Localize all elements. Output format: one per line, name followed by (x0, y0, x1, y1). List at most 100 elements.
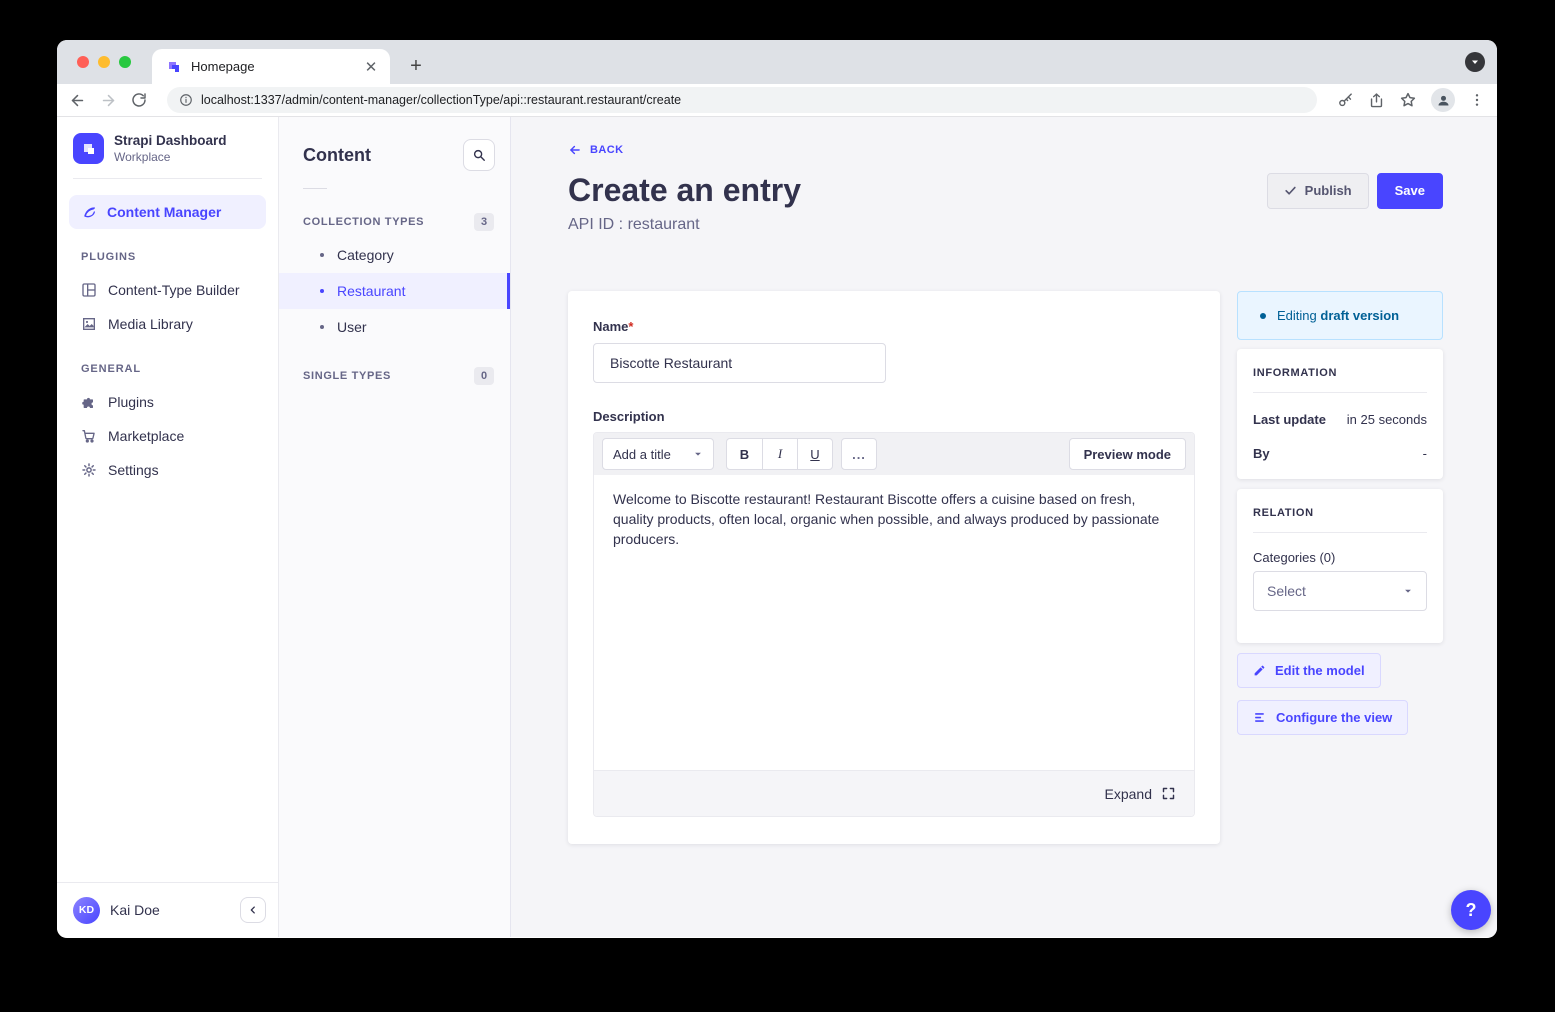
close-window-button[interactable] (77, 56, 89, 68)
more-formatting-button[interactable]: ... (841, 438, 877, 470)
pen-icon (81, 204, 97, 220)
browser-tab[interactable]: Homepage ✕ (152, 49, 390, 84)
chevron-left-icon (248, 905, 258, 915)
main-sidebar: Strapi Dashboard Workplace Content Manag… (57, 117, 279, 937)
relation-card: RELATION Categories (0) Select (1237, 489, 1443, 643)
single-types-label: SINGLE TYPES (303, 370, 391, 382)
bookmark-star-icon[interactable] (1399, 91, 1417, 109)
status-dot-icon (1260, 313, 1266, 319)
description-textarea[interactable]: Welcome to Biscotte restaurant! Restaura… (594, 475, 1194, 770)
browser-window: Homepage ✕ + localhost:1337/admin/conten… (57, 40, 1497, 938)
back-link[interactable]: BACK (568, 143, 624, 157)
sidebar-item-plugins[interactable]: Plugins (57, 385, 278, 419)
expand-label[interactable]: Expand (1105, 786, 1152, 802)
check-icon (1284, 184, 1297, 197)
by-label: By (1253, 446, 1270, 461)
image-icon (81, 316, 97, 332)
underline-button[interactable]: U (797, 439, 832, 469)
layout-grid-icon (81, 282, 97, 298)
api-id-subtitle: API ID : restaurant (568, 216, 1443, 234)
sidebar-item-label: Plugins (108, 394, 154, 410)
subnav-title: Content (303, 145, 371, 166)
arrow-left-icon (568, 143, 582, 157)
key-icon[interactable] (1337, 92, 1354, 109)
italic-button[interactable]: I (762, 439, 797, 469)
window-controls[interactable] (77, 56, 131, 68)
sidebar-item-settings[interactable]: Settings (57, 453, 278, 487)
information-title: INFORMATION (1253, 367, 1427, 379)
sidebar-item-media-library[interactable]: Media Library (57, 307, 278, 341)
entry-aside: Editing draft version INFORMATION Last u… (1237, 291, 1443, 735)
minimize-window-button[interactable] (98, 56, 110, 68)
single-types-count-badge: 0 (474, 367, 494, 385)
profile-avatar-icon[interactable] (1431, 88, 1455, 112)
bullet-icon (320, 289, 324, 293)
browser-menu-icon[interactable] (1469, 92, 1485, 108)
user-row: KD Kai Doe (57, 882, 278, 937)
last-update-label: Last update (1253, 412, 1326, 427)
subnav-item-label: Category (337, 247, 394, 263)
subnav-item-category[interactable]: Category (279, 237, 510, 273)
help-button[interactable]: ? (1451, 890, 1491, 930)
categories-label: Categories (0) (1253, 550, 1427, 565)
url-bar[interactable]: localhost:1337/admin/content-manager/col… (167, 87, 1317, 113)
subnav-item-label: User (337, 319, 367, 335)
bold-button[interactable]: B (727, 439, 762, 469)
bullet-icon (320, 253, 324, 257)
sidebar-item-marketplace[interactable]: Marketplace (57, 419, 278, 453)
reload-icon[interactable] (131, 92, 147, 108)
user-avatar[interactable]: KD (73, 897, 100, 924)
sidebar-item-label: Settings (108, 462, 159, 478)
subnav-item-restaurant[interactable]: Restaurant (279, 273, 510, 309)
share-icon[interactable] (1368, 92, 1385, 109)
edit-model-button[interactable]: Edit the model (1237, 653, 1381, 688)
by-value: - (1423, 446, 1427, 461)
url-text: localhost:1337/admin/content-manager/col… (201, 93, 681, 107)
brand: Strapi Dashboard Workplace (57, 117, 278, 164)
name-input[interactable] (593, 343, 886, 383)
entry-form-card: Name* Description Add a title B I (568, 291, 1220, 844)
site-info-icon[interactable] (179, 93, 193, 107)
new-tab-button[interactable]: + (403, 53, 429, 79)
last-update-value: in 25 seconds (1347, 412, 1427, 427)
tabstrip-chevron-icon[interactable] (1465, 52, 1485, 72)
divider (303, 188, 327, 189)
preview-mode-button[interactable]: Preview mode (1069, 438, 1186, 470)
sidebar-item-content-type-builder[interactable]: Content-Type Builder (57, 273, 278, 307)
expand-icon[interactable] (1161, 786, 1176, 801)
main-content: BACK Create an entry Publish Save API ID… (511, 117, 1497, 937)
categories-select[interactable]: Select (1253, 571, 1427, 611)
user-name: Kai Doe (110, 902, 230, 918)
strapi-logo-icon (73, 133, 104, 164)
publish-button[interactable]: Publish (1267, 173, 1369, 209)
save-button[interactable]: Save (1377, 173, 1443, 209)
collection-types-count-badge: 3 (474, 213, 494, 231)
relation-title: RELATION (1253, 507, 1427, 519)
back-nav-icon[interactable] (69, 92, 86, 109)
browser-toolbar: localhost:1337/admin/content-manager/col… (57, 84, 1497, 117)
configure-view-button[interactable]: Configure the view (1237, 700, 1408, 735)
sidebar-item-content-manager[interactable]: Content Manager (69, 195, 266, 229)
page-title: Create an entry (568, 172, 801, 209)
draft-status-banner: Editing draft version (1237, 291, 1443, 340)
tab-strip: Homepage ✕ + (57, 40, 1497, 84)
sidebar-item-label: Content Manager (107, 204, 221, 220)
forward-nav-icon[interactable] (100, 92, 117, 109)
pencil-icon (1253, 664, 1266, 677)
chevron-down-icon (693, 449, 703, 459)
search-icon (472, 148, 486, 162)
editor-footer: Expand (594, 770, 1194, 816)
sidebar-item-label: Media Library (108, 316, 193, 332)
collapse-sidebar-button[interactable] (240, 897, 266, 923)
maximize-window-button[interactable] (119, 56, 131, 68)
close-tab-icon[interactable]: ✕ (362, 58, 380, 76)
subnav-item-user[interactable]: User (279, 309, 510, 345)
editor-toolbar: Add a title B I U ... Preview mode (594, 433, 1194, 475)
sidebar-section-plugins: PLUGINS (57, 229, 278, 273)
information-card: INFORMATION Last update in 25 seconds By… (1237, 349, 1443, 479)
title-style-select[interactable]: Add a title (602, 438, 714, 470)
strapi-favicon (166, 59, 182, 75)
search-button[interactable] (463, 139, 495, 171)
configure-lines-icon (1253, 711, 1267, 724)
name-field-label: Name* (593, 319, 633, 334)
